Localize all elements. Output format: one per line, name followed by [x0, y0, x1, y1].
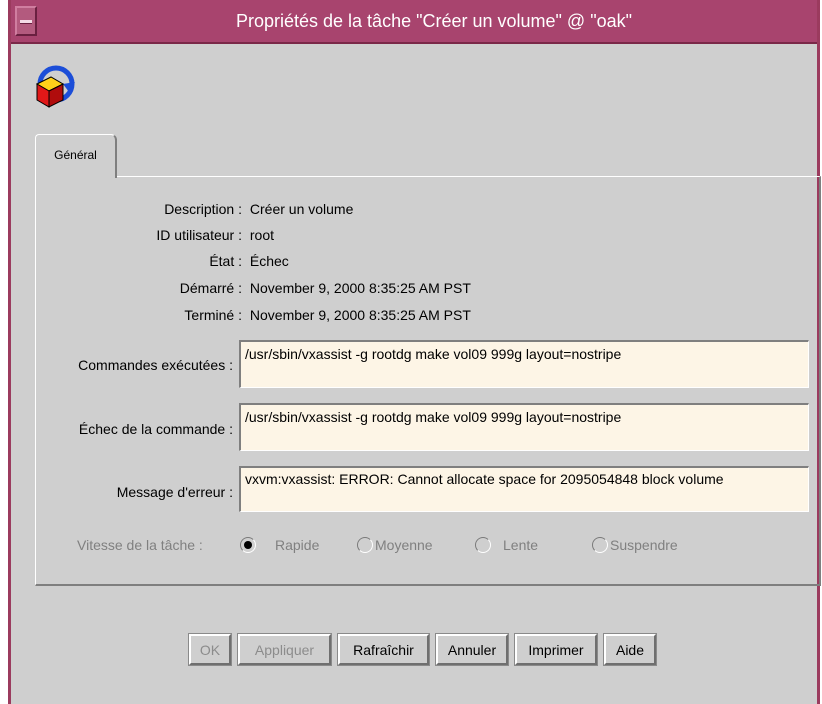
finished-row: Terminé : November 9, 2000 8:35:25 AM PS…: [36, 307, 471, 323]
user-id-row: ID utilisateur : root: [36, 227, 274, 243]
help-button[interactable]: Aide: [603, 633, 657, 666]
finished-value: November 9, 2000 8:35:25 AM PST: [249, 307, 471, 323]
description-row: Description : Créer un volume: [36, 201, 353, 217]
speed-suspend-label: Suspendre: [610, 537, 678, 553]
cancel-button[interactable]: Annuler: [435, 633, 509, 666]
ok-button[interactable]: OK: [188, 633, 232, 666]
speed-medium-label: Moyenne: [375, 537, 433, 553]
print-button[interactable]: Imprimer: [514, 633, 598, 666]
error-message-label: Message d'erreur :: [116, 484, 233, 500]
speed-slow-label: Lente: [503, 537, 539, 553]
finished-label: Terminé :: [184, 307, 242, 323]
speed-slow-radio[interactable]: [475, 537, 491, 553]
window-title: Propriétés de la tâche "Créer un volume"…: [235, 11, 633, 31]
task-properties-window: Propriétés de la tâche "Créer un volume"…: [8, 0, 821, 704]
started-value: November 9, 2000 8:35:25 AM PST: [249, 280, 471, 296]
state-label: État :: [209, 253, 242, 269]
user-id-value: root: [249, 227, 275, 243]
volume-cube-refresh-icon: [33, 64, 75, 110]
user-id-label: ID utilisateur :: [156, 227, 242, 243]
started-row: Démarré : November 9, 2000 8:35:25 AM PS…: [36, 280, 471, 296]
apply-button[interactable]: Appliquer: [237, 633, 332, 666]
description-label: Description :: [164, 201, 242, 217]
state-row: État : Échec: [36, 253, 289, 269]
description-value: Créer un volume: [249, 201, 354, 217]
speed-fast-radio[interactable]: [240, 537, 256, 553]
speed-fast-label: Rapide: [275, 537, 320, 553]
started-label: Démarré :: [179, 280, 242, 296]
task-speed-label: Vitesse de la tâche :: [77, 537, 203, 553]
failed-command-label: Échec de la commande :: [78, 421, 233, 437]
failed-command-field[interactable]: /usr/sbin/vxassist -g rootdg make vol09 …: [239, 403, 809, 451]
tab-general[interactable]: Général: [35, 134, 117, 178]
state-value: Échec: [249, 253, 289, 269]
refresh-button[interactable]: Rafraîchir: [337, 633, 430, 666]
error-message-field[interactable]: vxvm:vxassist: ERROR: Cannot allocate sp…: [239, 466, 809, 512]
commands-executed-label: Commandes exécutées :: [78, 357, 233, 373]
title-bar[interactable]: Propriétés de la tâche "Créer un volume"…: [11, 0, 817, 44]
speed-suspend-radio[interactable]: [592, 537, 608, 553]
commands-executed-field[interactable]: /usr/sbin/vxassist -g rootdg make vol09 …: [239, 340, 809, 388]
speed-medium-radio[interactable]: [357, 537, 373, 553]
window-menu-button[interactable]: [15, 6, 37, 36]
